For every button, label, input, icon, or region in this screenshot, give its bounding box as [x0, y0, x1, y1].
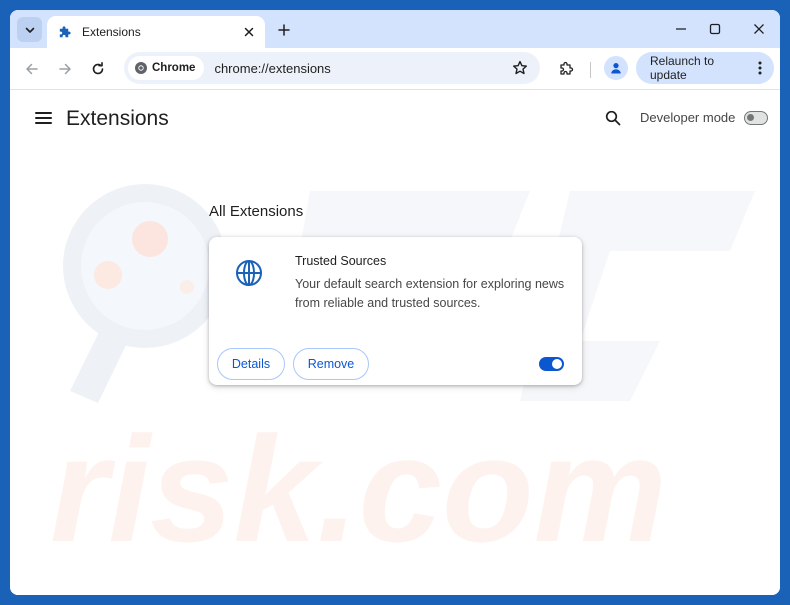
forward-button[interactable] [53, 57, 77, 81]
minimize-button[interactable] [669, 18, 693, 40]
globe-icon [236, 260, 262, 286]
reload-icon [92, 62, 104, 75]
toolbar-divider [590, 62, 591, 78]
close-icon [754, 24, 764, 34]
search-extensions-button[interactable] [602, 107, 624, 129]
back-button[interactable] [20, 57, 44, 81]
star-icon[interactable] [509, 57, 531, 79]
tab-search-button[interactable] [17, 17, 42, 42]
relaunch-to-update-button[interactable]: Relaunch to update [636, 52, 774, 84]
toggle-knob [552, 359, 562, 369]
plus-icon [278, 24, 290, 36]
forward-arrow-icon [59, 63, 71, 75]
minimize-icon [676, 28, 686, 30]
remove-button[interactable]: Remove [293, 348, 369, 380]
extension-card: Trusted Sources Your default search exte… [209, 237, 582, 385]
hamburger-icon [34, 112, 52, 124]
tab-strip: Extensions [10, 10, 780, 48]
back-arrow-icon [26, 63, 38, 75]
page-title: Extensions [66, 107, 169, 130]
new-tab-button[interactable] [274, 20, 294, 40]
site-info-chip[interactable]: Chrome [128, 56, 205, 80]
extension-description: Your default search extension for explor… [295, 277, 565, 310]
main-menu-button[interactable] [32, 108, 54, 128]
search-icon [605, 110, 621, 126]
details-button[interactable]: Details [217, 348, 285, 380]
maximize-button[interactable] [703, 18, 727, 40]
toolbar: Chrome chrome://extensions Relaunch to u… [10, 48, 780, 90]
close-icon[interactable] [241, 24, 257, 40]
tab-extensions[interactable]: Extensions [47, 16, 265, 48]
extension-enabled-toggle[interactable] [539, 357, 564, 371]
svg-text:risk.com: risk.com [50, 405, 667, 573]
address-bar[interactable]: Chrome chrome://extensions [124, 52, 540, 84]
extensions-button[interactable] [554, 57, 578, 81]
extension-name: Trusted Sources [295, 254, 387, 268]
relaunch-label: Relaunch to update [650, 54, 715, 82]
reload-button[interactable] [86, 57, 110, 81]
developer-mode-label: Developer mode [640, 110, 736, 125]
toggle-knob [747, 114, 754, 121]
section-title: All Extensions [209, 203, 304, 220]
browser-window: Extensions Chrome chrome://extensions Re… [10, 10, 780, 595]
kebab-menu-icon[interactable] [750, 56, 770, 80]
puzzle-icon [57, 24, 73, 40]
window-close-button[interactable] [747, 18, 771, 40]
maximize-icon [709, 23, 721, 35]
developer-mode-toggle[interactable] [744, 111, 768, 125]
url-text[interactable]: chrome://extensions [214, 61, 509, 76]
chip-label: Chrome [152, 62, 196, 74]
profile-button[interactable] [604, 56, 628, 80]
chrome-icon [135, 62, 147, 74]
extensions-page: risk.com Extensions Developer mode All E… [10, 91, 780, 595]
tab-title: Extensions [82, 25, 141, 39]
person-icon [611, 63, 621, 74]
puzzle-icon [560, 61, 574, 75]
chevron-down-icon [25, 27, 34, 33]
